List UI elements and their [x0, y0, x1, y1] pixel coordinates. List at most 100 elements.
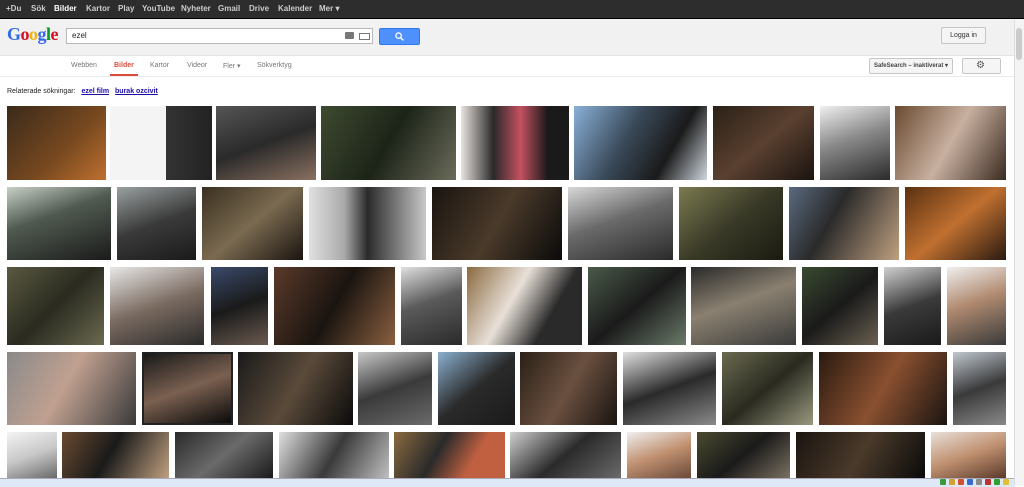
search-tabs: Webben Bilder Kartor Videor Fler ▾ Sökve… [0, 56, 1014, 77]
image-result[interactable] [401, 267, 462, 345]
image-result[interactable] [7, 432, 57, 478]
keyboard-icon[interactable] [359, 33, 370, 40]
search-input[interactable]: ezel [66, 28, 373, 44]
image-result[interactable] [110, 106, 212, 180]
image-result[interactable] [697, 432, 790, 478]
google-logo[interactable]: Google [7, 24, 59, 45]
status-addon-icon[interactable] [949, 479, 955, 485]
safesearch-dropdown[interactable]: SafeSearch – inaktiverat ▾ [869, 58, 953, 74]
image-result[interactable] [953, 352, 1006, 425]
image-result[interactable] [820, 106, 890, 180]
image-result[interactable] [691, 267, 796, 345]
login-button[interactable]: Logga in [941, 27, 986, 44]
image-result[interactable] [7, 187, 111, 260]
image-result[interactable] [7, 267, 104, 345]
search-icon [395, 32, 404, 41]
topbar-item-youtube[interactable]: YouTube [142, 4, 175, 13]
image-result[interactable] [358, 352, 432, 425]
image-result[interactable] [713, 106, 814, 180]
image-result[interactable] [175, 432, 273, 478]
scrollbar-thumb[interactable] [1016, 28, 1022, 60]
logo-letter: o [20, 24, 30, 44]
topbar-item-play[interactable]: Play [118, 4, 134, 13]
image-result[interactable] [117, 187, 196, 260]
search-header: Google ezel Logga in [0, 19, 1024, 56]
image-result[interactable] [394, 432, 505, 478]
top-navigation-bar: +Du Sök Bilder Kartor Play YouTube Nyhet… [0, 0, 1024, 19]
image-result[interactable] [623, 352, 716, 425]
image-result[interactable] [905, 187, 1006, 260]
image-result[interactable] [510, 432, 621, 478]
related-searches: Relaterade sökningar: ezel film burak oz… [7, 88, 158, 95]
image-result[interactable] [802, 267, 878, 345]
image-result[interactable] [309, 187, 426, 260]
image-result[interactable] [588, 267, 686, 345]
topbar-item-maps[interactable]: Kartor [86, 4, 110, 13]
active-tab-indicator [110, 74, 138, 76]
image-result[interactable] [7, 352, 136, 425]
image-result[interactable] [7, 106, 106, 180]
status-addon-icon[interactable] [1003, 479, 1009, 485]
image-result[interactable] [722, 352, 813, 425]
logo-letter: G [7, 24, 21, 44]
logo-letter: g [37, 24, 47, 44]
image-result[interactable] [895, 106, 1006, 180]
image-result[interactable] [947, 267, 1006, 345]
image-result[interactable] [274, 267, 395, 345]
settings-button[interactable]: ⚙ [962, 58, 1001, 74]
status-addon-icon[interactable] [958, 479, 964, 485]
image-result[interactable] [520, 352, 617, 425]
image-result[interactable] [142, 352, 233, 425]
image-result[interactable] [574, 106, 707, 180]
status-addon-icon[interactable] [967, 479, 973, 485]
tab-maps[interactable]: Kartor [150, 62, 169, 69]
tab-videos[interactable]: Videor [187, 62, 207, 69]
image-result[interactable] [216, 106, 316, 180]
topbar-item-search[interactable]: Sök [31, 4, 46, 13]
status-addon-icon[interactable] [985, 479, 991, 485]
topbar-item-images[interactable]: Bilder [54, 4, 77, 13]
search-button[interactable] [379, 28, 420, 45]
topbar-item-news[interactable]: Nyheter [181, 4, 211, 13]
tab-search-tools[interactable]: Sökverktyg [257, 62, 292, 69]
image-result[interactable] [796, 432, 925, 478]
image-result[interactable] [931, 432, 1006, 478]
camera-icon[interactable] [345, 32, 354, 39]
status-addon-icon[interactable] [976, 479, 982, 485]
logo-letter: e [50, 24, 59, 44]
gear-icon: ⚙ [976, 60, 985, 71]
status-addon-icon[interactable] [940, 479, 946, 485]
topbar-item-plus[interactable]: +Du [6, 4, 21, 13]
related-link-burak-ozcivit[interactable]: burak ozcivit [115, 88, 158, 95]
image-result[interactable] [62, 432, 169, 478]
related-label: Relaterade sökningar: [7, 88, 76, 95]
image-result[interactable] [461, 106, 569, 180]
image-result[interactable] [321, 106, 456, 180]
scrollbar[interactable] [1014, 19, 1024, 486]
image-result[interactable] [438, 352, 515, 425]
topbar-item-drive[interactable]: Drive [249, 4, 269, 13]
image-result[interactable] [884, 267, 941, 345]
image-result[interactable] [110, 267, 204, 345]
tab-images[interactable]: Bilder [114, 62, 134, 69]
image-result[interactable] [467, 267, 582, 345]
topbar-item-calendar[interactable]: Kalender [278, 4, 312, 13]
tab-more[interactable]: Fler ▾ [223, 62, 241, 70]
logo-letter: o [29, 24, 38, 44]
image-result[interactable] [568, 187, 673, 260]
image-result[interactable] [679, 187, 783, 260]
image-result[interactable] [819, 352, 947, 425]
image-result[interactable] [238, 352, 353, 425]
related-link-ezel-film[interactable]: ezel film [81, 88, 109, 95]
image-result[interactable] [789, 187, 899, 260]
topbar-item-more[interactable]: Mer ▾ [319, 4, 339, 13]
image-result[interactable] [627, 432, 691, 478]
image-result[interactable] [211, 267, 268, 345]
tab-web[interactable]: Webben [71, 62, 97, 69]
image-result[interactable] [202, 187, 303, 260]
image-result[interactable] [432, 187, 562, 260]
status-addon-icon[interactable] [994, 479, 1000, 485]
search-query-text: ezel [72, 31, 87, 40]
topbar-item-gmail[interactable]: Gmail [218, 4, 240, 13]
image-result[interactable] [279, 432, 389, 478]
